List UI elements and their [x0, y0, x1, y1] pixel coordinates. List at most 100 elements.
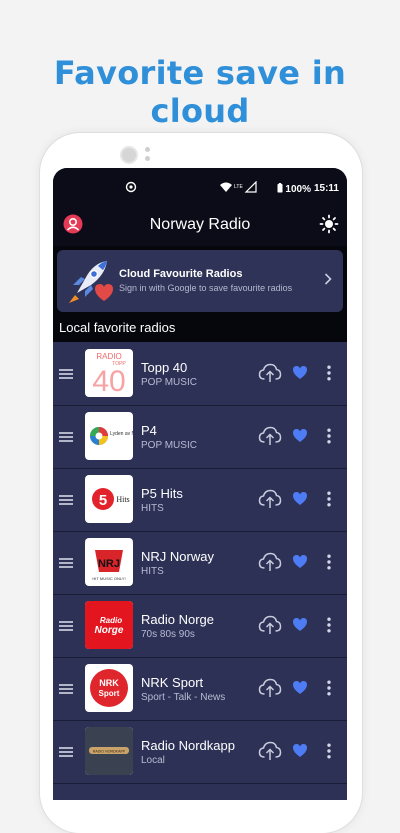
nrksport-logo: NRK Sport [90, 669, 128, 707]
heart-icon[interactable] [292, 554, 308, 574]
more-vert-icon[interactable] [326, 554, 332, 575]
app-title: Norway Radio [149, 216, 251, 233]
station-logo: NRJ HIT MUSIC ONLY! [85, 538, 133, 586]
station-row[interactable]: Lyden av Norge P4 POP MUSIC [53, 406, 347, 469]
station-genre: Local [141, 755, 165, 766]
upload-cloud-icon[interactable] [258, 362, 282, 389]
menu-icon[interactable] [59, 619, 73, 637]
more-vert-icon[interactable] [326, 617, 332, 638]
more-vert-icon[interactable] [326, 743, 332, 764]
svg-text:Norge: Norge [95, 625, 124, 636]
front-camera [120, 146, 138, 164]
svg-text:Hits: Hits [116, 495, 129, 504]
headline-line-2: cloud [150, 92, 250, 130]
p4-logo: Lyden av Norge [90, 427, 133, 445]
headline-line-1: Favorite save in [53, 54, 347, 92]
svg-text:Radio: Radio [100, 616, 122, 625]
station-genre: 70s 80s 90s [141, 629, 195, 640]
more-vert-icon[interactable] [326, 491, 332, 512]
station-logo: Radio Norge [85, 601, 133, 649]
svg-text:NRK: NRK [99, 678, 119, 688]
clock: 15:11 [313, 183, 339, 194]
nrj-logo: NRJ HIT MUSIC ONLY! [92, 550, 126, 581]
status-bar: LTE 100% 15:11 [53, 168, 347, 206]
station-name: Topp 40 [141, 360, 188, 375]
menu-icon[interactable] [59, 745, 73, 763]
station-genre: Sport - Talk - News [141, 692, 226, 703]
chevron-right-icon [323, 272, 333, 291]
svg-text:40: 40 [92, 365, 125, 397]
station-genre: POP MUSIC [141, 377, 197, 388]
heart-icon[interactable] [292, 428, 308, 448]
station-row[interactable]: Radio Norge Radio Norge 70s 80s 90s [53, 595, 347, 658]
menu-icon[interactable] [59, 682, 73, 700]
station-name: Radio Nordkapp [141, 738, 235, 753]
svg-text:HIT MUSIC ONLY!: HIT MUSIC ONLY! [92, 576, 125, 581]
station-logo: RADIO TOPP 40 [85, 349, 133, 397]
upload-cloud-icon[interactable] [258, 614, 282, 641]
station-genre: POP MUSIC [141, 440, 197, 451]
heart-icon[interactable] [292, 365, 308, 385]
sun-icon[interactable] [319, 214, 339, 239]
svg-text:Lyden av Norge: Lyden av Norge [110, 431, 133, 437]
station-row[interactable]: NRJ HIT MUSIC ONLY! NRJ Norway HITS [53, 532, 347, 595]
battery-label: 100% [277, 183, 311, 195]
station-name: NRJ Norway [141, 549, 214, 564]
radionordkapp-logo: RADIO NORDKAPP [85, 727, 133, 775]
more-vert-icon[interactable] [326, 428, 332, 449]
heart-icon[interactable] [292, 680, 308, 700]
cloud-card-title: Cloud Favourite Radios [119, 268, 243, 280]
more-vert-icon[interactable] [326, 680, 332, 701]
station-row[interactable]: NRK Sport NRK Sport Sport - Talk - News [53, 658, 347, 721]
station-row[interactable]: RADIO TOPP 40 Topp 40 POP MUSIC [53, 343, 347, 406]
status-icons: LTE [219, 180, 259, 196]
svg-text:NRJ: NRJ [98, 558, 120, 570]
heart-icon[interactable] [292, 491, 308, 511]
menu-icon[interactable] [59, 493, 73, 511]
p5hits-logo: 5 Hits [92, 488, 130, 510]
svg-text:RADIO NORDKAPP: RADIO NORDKAPP [93, 750, 126, 754]
radionorge-logo: Radio Norge [85, 601, 133, 649]
lte-label: LTE [234, 184, 243, 190]
station-logo: RADIO NORDKAPP [85, 727, 133, 775]
sensor-dot [145, 156, 150, 161]
heart-icon[interactable] [292, 743, 308, 763]
svg-text:5: 5 [99, 492, 107, 509]
notification-icon [125, 181, 137, 196]
station-logo: NRK Sport [85, 664, 133, 712]
section-title: Local favorite radios [59, 320, 176, 335]
cloud-favourites-card[interactable]: Cloud Favourite Radios Sign in with Goog… [57, 250, 343, 312]
cloud-card-subtitle: Sign in with Google to save favourite ra… [119, 283, 293, 293]
upload-cloud-icon[interactable] [258, 677, 282, 704]
svg-text:RADIO: RADIO [96, 352, 121, 361]
upload-cloud-icon[interactable] [258, 488, 282, 515]
station-genre: HITS [141, 566, 164, 577]
station-row[interactable]: 5 Hits P5 Hits HITS [53, 469, 347, 532]
app-bar: Norway Radio [53, 206, 347, 246]
upload-cloud-icon[interactable] [258, 551, 282, 578]
upload-cloud-icon[interactable] [258, 425, 282, 452]
more-vert-icon[interactable] [326, 365, 332, 386]
rocket-icon [63, 255, 115, 312]
promo-headline: Favorite save in cloud [0, 54, 400, 130]
station-name: NRK Sport [141, 675, 204, 690]
station-logo: 5 Hits [85, 475, 133, 523]
station-row[interactable]: RADIO NORDKAPP Radio Nordkapp Local [53, 721, 347, 784]
svg-text:Sport: Sport [99, 689, 120, 698]
wifi-icon [220, 182, 232, 192]
heart-icon[interactable] [292, 617, 308, 637]
sensor-dot [145, 147, 150, 152]
station-name: Radio Norge [141, 612, 214, 627]
battery-icon [277, 183, 283, 193]
station-logo: Lyden av Norge [85, 412, 133, 460]
station-name: P4 [141, 423, 157, 438]
topp40-logo: RADIO TOPP 40 [92, 352, 126, 397]
station-name: P5 Hits [141, 486, 183, 501]
signal-icon [244, 180, 257, 193]
menu-icon[interactable] [59, 556, 73, 574]
menu-icon[interactable] [59, 367, 73, 385]
station-genre: HITS [141, 503, 164, 514]
upload-cloud-icon[interactable] [258, 740, 282, 767]
menu-icon[interactable] [59, 430, 73, 448]
phone-screen: LTE 100% 15:11 Norway Radio Cloud Favour… [53, 168, 347, 800]
